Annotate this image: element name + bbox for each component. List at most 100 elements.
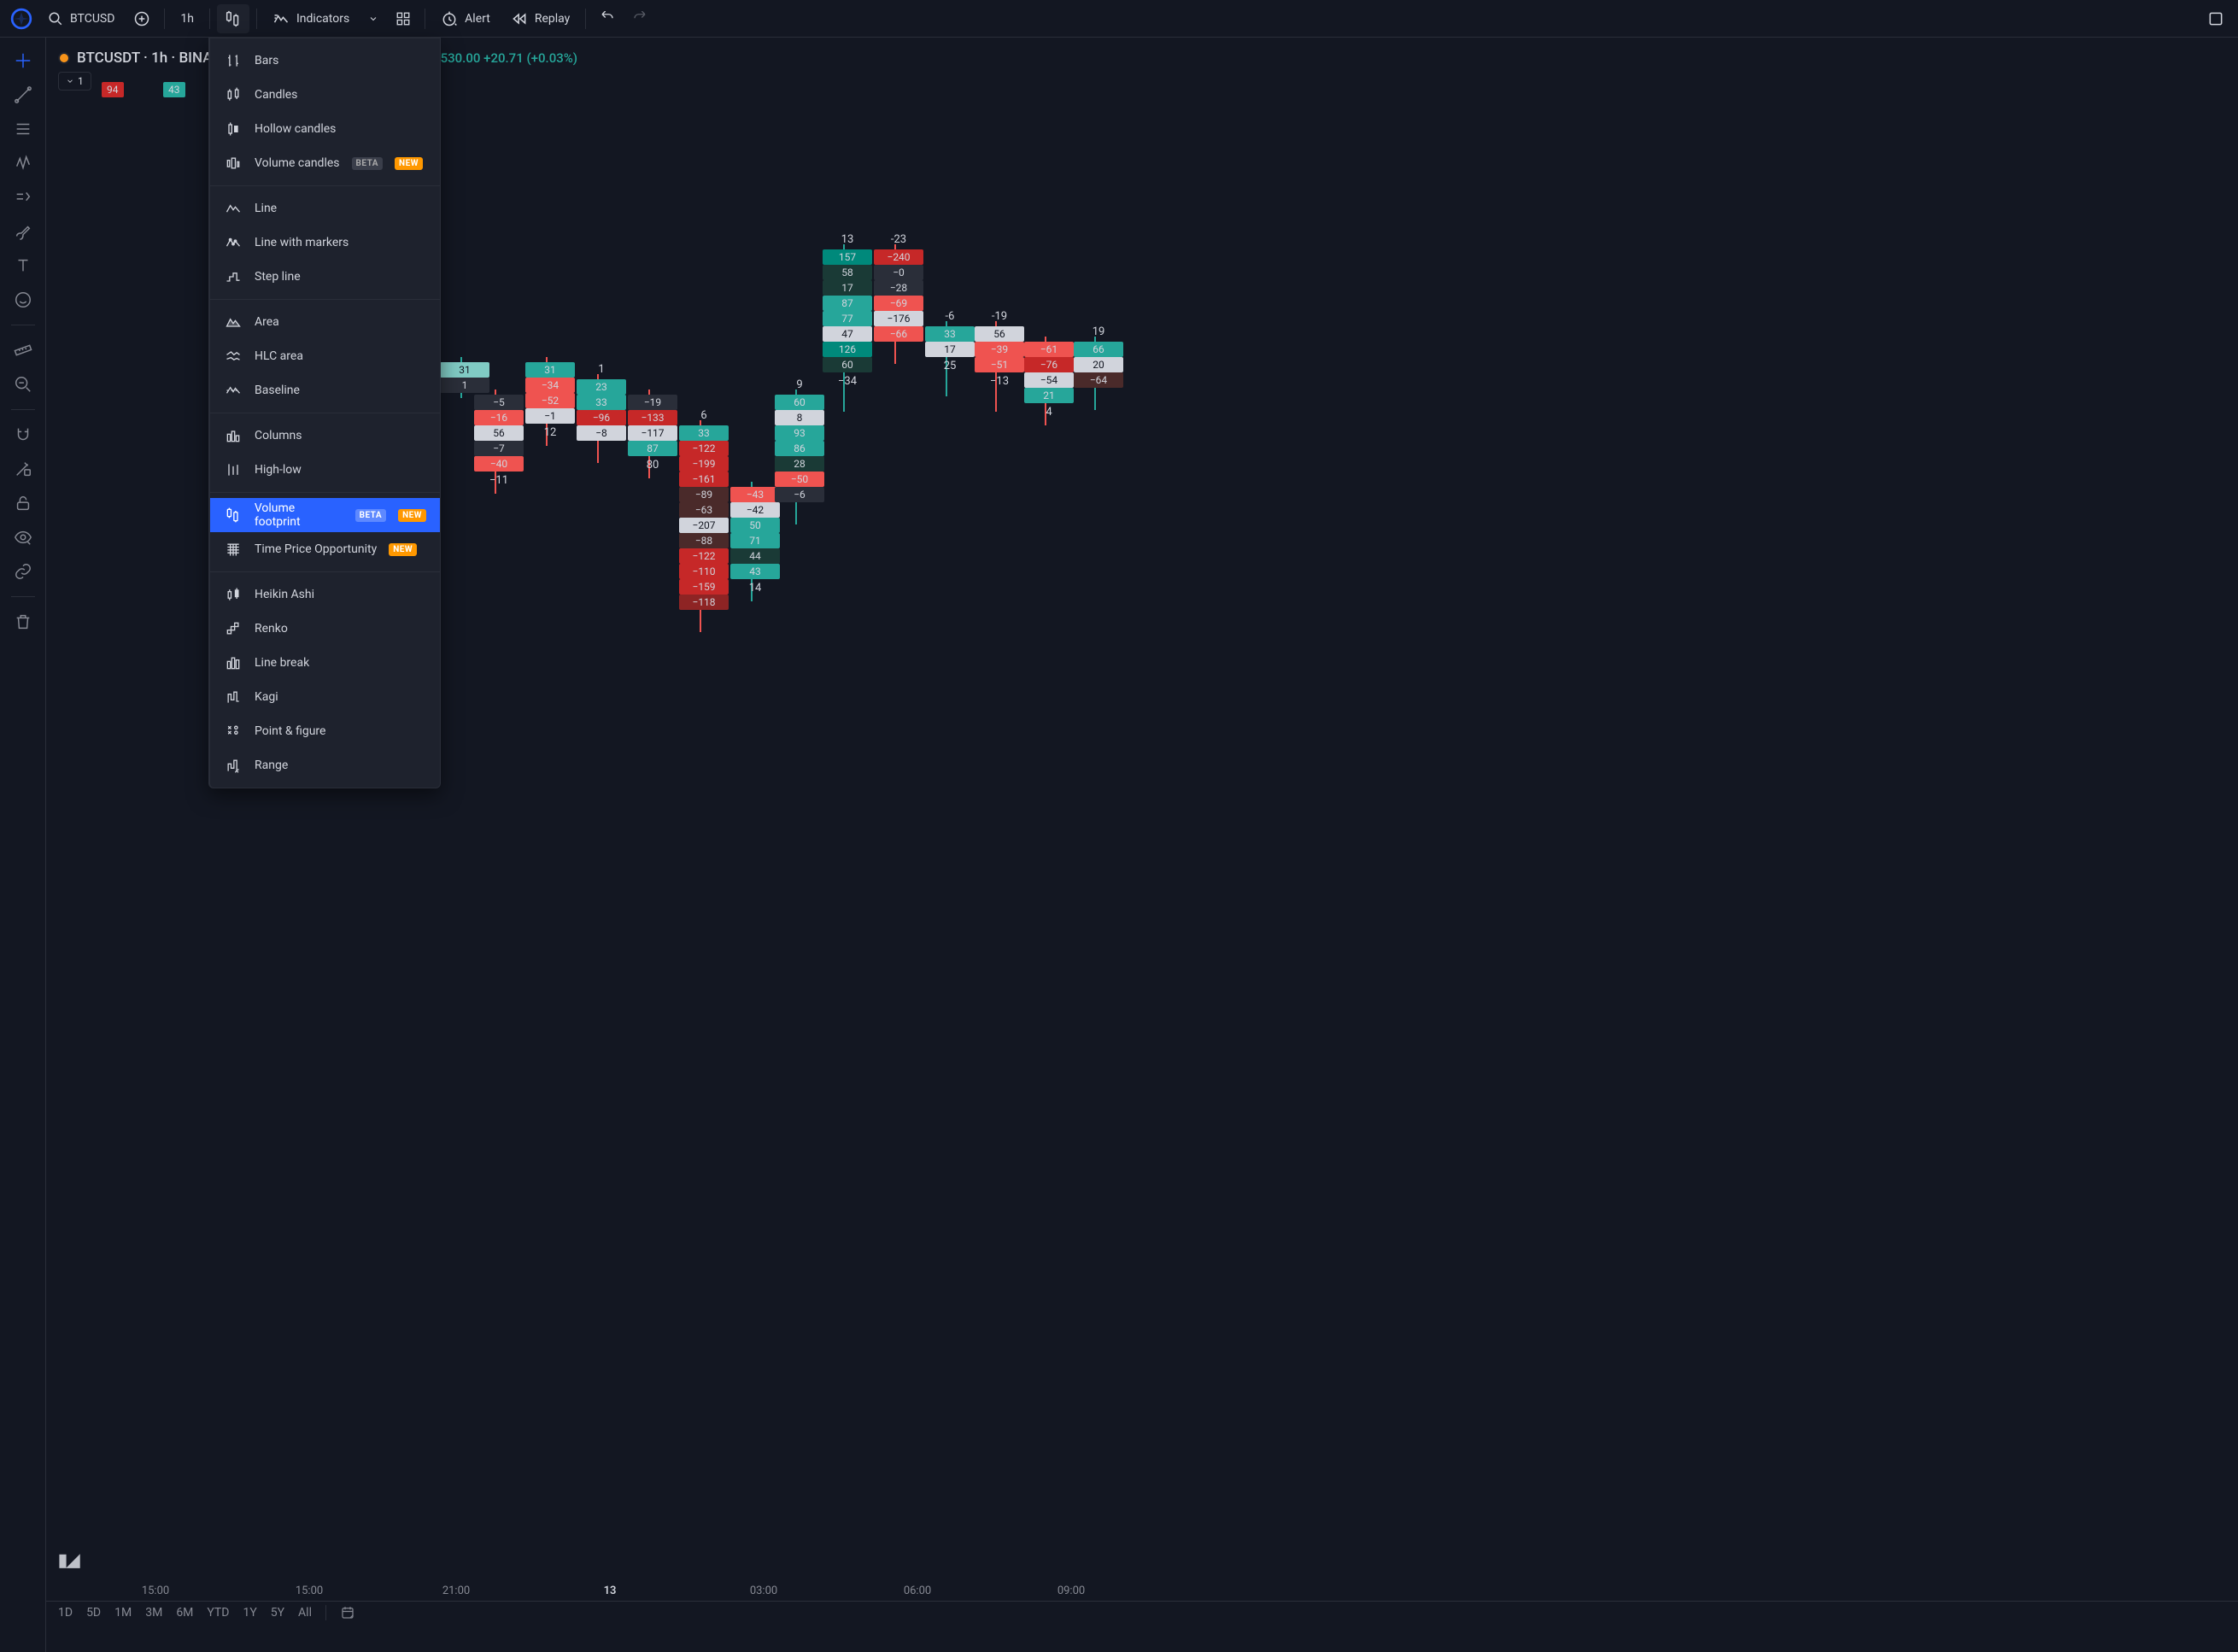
- undo-button[interactable]: [593, 4, 622, 33]
- menu-item-label: Line with markers: [255, 236, 349, 249]
- time-tick: 06:00: [904, 1585, 931, 1597]
- lock-drawings-tool[interactable]: [7, 453, 39, 485]
- footprint-cell: −40: [474, 456, 524, 472]
- chart-type-line-markers[interactable]: Line with markers: [210, 226, 440, 260]
- footprint-cell: −96: [577, 410, 626, 425]
- footprint-cell: −161: [679, 472, 729, 487]
- chart-type-volume-footprint[interactable]: Volume footprintBETANEW: [210, 498, 440, 532]
- chip-green: 43: [163, 82, 185, 97]
- footprint-cell: −88: [679, 533, 729, 548]
- chart-type-range[interactable]: Range: [210, 748, 440, 782]
- zoom-tool[interactable]: [7, 368, 39, 401]
- footprint-cell: −54: [1024, 372, 1074, 388]
- emoji-tool[interactable]: [7, 284, 39, 316]
- indicators-chevron[interactable]: [361, 4, 385, 33]
- app-logo[interactable]: [7, 4, 36, 33]
- chart-type-heikin-ashi[interactable]: Heikin Ashi: [210, 577, 440, 612]
- footprint-cell: 33: [679, 425, 729, 441]
- menu-item-label: Line break: [255, 656, 309, 670]
- trash-tool[interactable]: [7, 606, 39, 638]
- range-1y[interactable]: 1Y: [243, 1606, 256, 1620]
- footprint-cell: 56: [975, 326, 1024, 342]
- add-symbol-button[interactable]: [126, 4, 157, 33]
- col-footer: 12: [525, 425, 575, 441]
- chart-type-line-break[interactable]: Line break: [210, 646, 440, 680]
- line-icon: [224, 200, 243, 217]
- col-header: -23: [874, 232, 923, 248]
- goto-date-button[interactable]: [340, 1605, 355, 1620]
- menu-item-label: Heikin Ashi: [255, 588, 314, 601]
- chart-type-line[interactable]: Line: [210, 191, 440, 226]
- col-footer: −13: [975, 374, 1024, 390]
- range-3m[interactable]: 3M: [145, 1606, 162, 1620]
- chart-type-baseline[interactable]: Baseline: [210, 373, 440, 407]
- chart-type-area[interactable]: Area: [210, 305, 440, 339]
- alert-button[interactable]: Alert: [432, 4, 499, 33]
- range-5d[interactable]: 5D: [86, 1606, 101, 1620]
- chart-type-candles[interactable]: Candles: [210, 78, 440, 112]
- panel-toggle[interactable]: 1: [58, 72, 91, 91]
- templates-button[interactable]: [389, 4, 418, 33]
- link-tool[interactable]: [7, 555, 39, 588]
- chart-type-pnf[interactable]: Point & figure: [210, 714, 440, 748]
- crosshair-tool[interactable]: [7, 44, 39, 77]
- range-ytd[interactable]: YTD: [207, 1606, 229, 1620]
- footprint-cell: −5: [474, 395, 524, 410]
- text-tool[interactable]: [7, 249, 39, 282]
- fib-tool[interactable]: [7, 113, 39, 145]
- trend-line-tool[interactable]: [7, 79, 39, 111]
- range-all[interactable]: All: [298, 1606, 312, 1620]
- line-break-icon: [224, 654, 243, 671]
- fullscreen-button[interactable]: [2200, 4, 2231, 33]
- chart-type-volume-candles[interactable]: Volume candlesBETANEW: [210, 146, 440, 180]
- chart-type-tpo[interactable]: Time Price OpportunityNEW: [210, 532, 440, 566]
- col-header: 13: [823, 232, 872, 248]
- chart-type-button[interactable]: [217, 4, 249, 33]
- range-1m[interactable]: 1M: [114, 1606, 132, 1620]
- renko-icon: [224, 620, 243, 637]
- chart-type-hlc-area[interactable]: HLC area: [210, 339, 440, 373]
- interval-button[interactable]: 1h: [172, 4, 202, 33]
- symbol-search[interactable]: BTCUSD: [39, 4, 123, 33]
- brush-tool[interactable]: [7, 215, 39, 248]
- redo-button[interactable]: [625, 4, 654, 33]
- time-tick: 15:00: [142, 1585, 169, 1597]
- footprint-cell: −51: [975, 357, 1024, 372]
- chart-type-menu[interactable]: Bars Candles Hollow candlesVolume candlesB…: [208, 38, 441, 788]
- visibility-tool[interactable]: [7, 521, 39, 554]
- pattern-tool[interactable]: [7, 147, 39, 179]
- volume-footprint-icon: [224, 507, 243, 524]
- indicators-button[interactable]: Indicators: [264, 4, 358, 33]
- footprint-cell: −43: [730, 487, 780, 502]
- footprint-cell: 31: [440, 362, 489, 378]
- chart-type-columns[interactable]: Columns: [210, 419, 440, 453]
- chart-type-renko[interactable]: Renko: [210, 612, 440, 646]
- menu-item-label: Candles: [255, 88, 297, 102]
- lock-tool[interactable]: [7, 487, 39, 519]
- chart-type-bars[interactable]: Bars: [210, 44, 440, 78]
- replay-button[interactable]: Replay: [502, 4, 578, 33]
- chart-type-step-line[interactable]: Step line: [210, 260, 440, 294]
- range-6m[interactable]: 6M: [176, 1606, 193, 1620]
- chart-type-high-low[interactable]: High-low: [210, 453, 440, 487]
- footprint-cell: 66: [1074, 342, 1123, 357]
- col-footer: −34: [823, 374, 872, 390]
- chart-type-kagi[interactable]: Kagi: [210, 680, 440, 714]
- footprint-cell: −110: [679, 564, 729, 579]
- volume-candles-icon: [224, 155, 243, 172]
- footprint-cell: 56: [474, 425, 524, 441]
- range-5y[interactable]: 5Y: [271, 1606, 284, 1620]
- drawing-toolbar: [0, 38, 46, 1652]
- ruler-tool[interactable]: [7, 334, 39, 366]
- range-1d[interactable]: 1D: [58, 1606, 73, 1620]
- magnet-tool[interactable]: [7, 419, 39, 451]
- chart-type-hollow-candles[interactable]: Hollow candles: [210, 112, 440, 146]
- top-toolbar: BTCUSD 1h Indicators Alert Replay: [0, 0, 2238, 38]
- grid-icon: [395, 11, 411, 26]
- footprint-cell: 31: [525, 362, 575, 378]
- forecast-tool[interactable]: [7, 181, 39, 214]
- menu-item-label: Area: [255, 315, 279, 329]
- chart-title[interactable]: BTCUSDT · 1h · BINAN: [77, 50, 223, 67]
- footprint-cell: −76: [1024, 357, 1074, 372]
- menu-item-label: Point & figure: [255, 724, 325, 738]
